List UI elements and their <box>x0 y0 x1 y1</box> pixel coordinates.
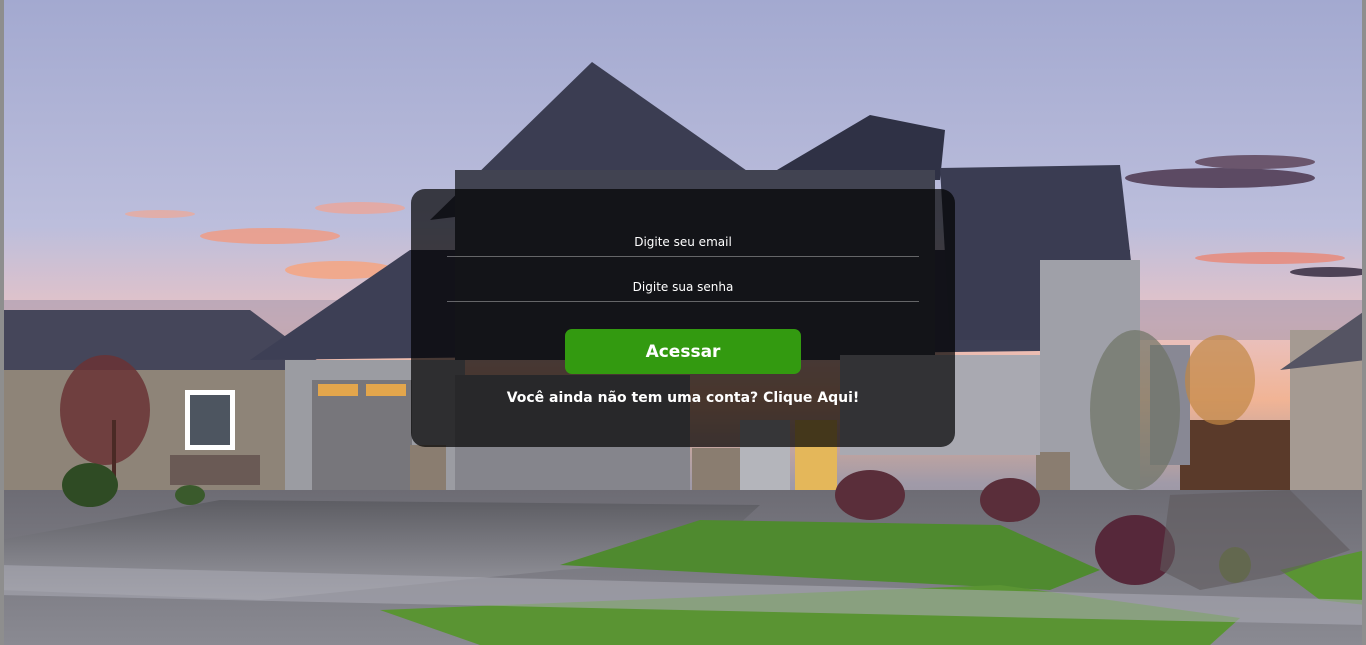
email-input[interactable] <box>447 227 919 257</box>
left-border <box>0 0 4 645</box>
login-button[interactable]: Acessar <box>565 329 801 374</box>
login-page: Acessar Você ainda não tem uma conta? Cl… <box>0 0 1366 645</box>
signup-prompt-text: Você ainda não tem uma conta? <box>506 390 759 406</box>
right-border <box>1362 0 1366 645</box>
login-card: Acessar Você ainda não tem uma conta? Cl… <box>411 189 955 447</box>
signup-prompt: Você ainda não tem uma conta? Clique Aqu… <box>411 390 955 406</box>
password-input[interactable] <box>447 272 919 302</box>
signup-link[interactable]: Clique Aqui! <box>763 390 859 406</box>
